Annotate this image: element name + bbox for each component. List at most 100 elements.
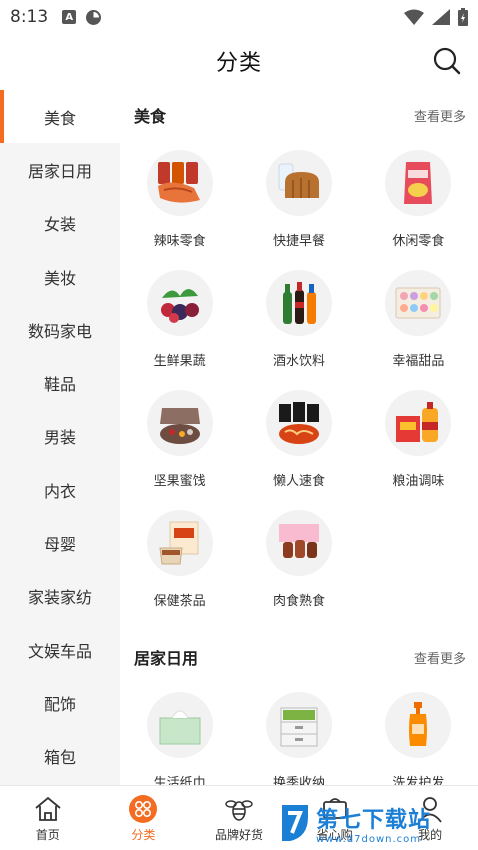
sidebar-item-label: 女装 (43, 215, 76, 235)
bee-icon (224, 794, 254, 824)
subcategory-label: 辣味零食 (153, 234, 206, 249)
sidebar-item-label: 美妆 (43, 268, 76, 288)
category-content: 美食 查看更多 辣味零食 快捷早餐 休闲零食 生鲜果蔬 酒水饮料 幸福甜品 坚果… (120, 90, 478, 785)
subcategory-item[interactable]: 保健茶品 (120, 500, 239, 620)
subcategory-grid-food: 辣味零食 快捷早餐 休闲零食 生鲜果蔬 酒水饮料 幸福甜品 坚果蜜饯 懒人速食 … (120, 140, 478, 620)
sidebar-item-mens-wear[interactable]: 男装 (0, 410, 120, 463)
sidebar-item-home-textile[interactable]: 家装家纺 (0, 570, 120, 623)
nav-brand-goods[interactable]: 品牌好货 (191, 786, 287, 850)
subcategory-label: 休闲零食 (392, 234, 445, 249)
sidebar-item-shoes[interactable]: 鞋品 (0, 356, 120, 409)
sidebar-item-electronics[interactable]: 数码家电 (0, 303, 120, 356)
wifi-icon (404, 9, 424, 25)
search-icon[interactable] (432, 46, 462, 76)
nav-category[interactable]: 分类 (96, 786, 192, 850)
tissue-box-icon (146, 692, 213, 758)
sidebar-item-label: 箱包 (43, 748, 76, 768)
subcategory-item[interactable]: 生活纸巾 (120, 682, 239, 785)
sidebar-item-label: 数码家电 (27, 321, 92, 341)
subcategory-label: 换季收纳 (272, 776, 325, 785)
sidebar-item-baby[interactable]: 母婴 (0, 516, 120, 569)
sidebar-item-label: 母婴 (43, 535, 76, 555)
sidebar-item-label: 文娱车品 (27, 641, 92, 661)
subcategory-item[interactable]: 生鲜果蔬 (120, 260, 239, 380)
see-more-link[interactable]: 查看更多 (414, 106, 466, 125)
category-sidebar: 美食 居家日用 女装 美妆 数码家电 鞋品 男装 内衣 母婴 家装家纺 文娱车品… (0, 90, 120, 785)
page-title: 分类 (215, 51, 262, 76)
chips-bag-icon (385, 150, 452, 216)
subcategory-label: 生活纸巾 (153, 776, 206, 785)
sidebar-item-accessories[interactable]: 配饰 (0, 676, 120, 729)
sidebar-item-household[interactable]: 居家日用 (0, 143, 120, 196)
tea-box-icon (146, 510, 213, 576)
subcategory-item[interactable]: 粮油调味 (359, 380, 478, 500)
storage-drawer-icon (265, 692, 332, 758)
signal-icon (432, 9, 450, 25)
watermark-logo-icon (282, 805, 308, 841)
subcategory-grid-household: 生活纸巾 换季收纳 洗发护发 (120, 682, 478, 785)
fresh-fruit-icon (146, 270, 213, 336)
sidebar-item-label: 鞋品 (43, 375, 76, 395)
subcategory-item[interactable]: 辣味零食 (120, 140, 239, 260)
section-divider (120, 620, 478, 632)
sidebar-item-bags[interactable]: 箱包 (0, 730, 120, 783)
sidebar-item-label: 内衣 (43, 481, 76, 501)
sidebar-item-label: 男装 (43, 428, 76, 448)
sidebar-item-label: 居家日用 (27, 161, 92, 181)
subcategory-item[interactable]: 快捷早餐 (239, 140, 358, 260)
subcategory-label: 酒水饮料 (272, 354, 325, 369)
watermark: 第七下载站 www.d7down.com (278, 796, 474, 850)
subcategory-item[interactable]: 肉食熟食 (239, 500, 358, 620)
section-title: 居家日用 (134, 649, 199, 668)
spicy-snack-icon (146, 150, 213, 216)
subcategory-item[interactable]: 休闲零食 (359, 140, 478, 260)
status-bar: 8:13 A (0, 0, 478, 34)
sidebar-item-underwear[interactable]: 内衣 (0, 463, 120, 516)
sidebar-item-entertainment-auto[interactable]: 文娱车品 (0, 623, 120, 676)
nav-label: 分类 (131, 828, 156, 842)
category-icon (128, 794, 158, 824)
sidebar-item-womens-wear[interactable]: 女装 (0, 197, 120, 250)
watermark-title: 第七下载站 (316, 807, 432, 833)
bread-milk-icon (265, 150, 332, 216)
instant-noodle-icon (265, 390, 332, 456)
sidebar-item-beauty[interactable]: 美妆 (0, 250, 120, 303)
cooking-oil-icon (385, 390, 452, 456)
nav-label: 品牌好货 (214, 828, 263, 842)
subcategory-label: 洗发护发 (392, 776, 445, 785)
subcategory-label: 快捷早餐 (272, 234, 325, 249)
subcategory-label: 生鲜果蔬 (153, 354, 206, 369)
drink-bottles-icon (265, 270, 332, 336)
sidebar-item-food[interactable]: 美食 (0, 90, 120, 144)
subcategory-item[interactable]: 酒水饮料 (239, 260, 358, 380)
macaron-box-icon (385, 270, 452, 336)
subcategory-label: 幸福甜品 (392, 354, 445, 369)
notification-a-icon: A (62, 10, 77, 24)
subcategory-item[interactable]: 幸福甜品 (359, 260, 478, 380)
subcategory-item[interactable]: 懒人速食 (239, 380, 358, 500)
section-title: 美食 (134, 107, 167, 126)
subcategory-item[interactable]: 坚果蜜饯 (120, 380, 239, 500)
data-usage-icon (86, 9, 102, 25)
sidebar-item-label: 配饰 (43, 694, 76, 714)
cooked-meat-icon (265, 510, 332, 576)
home-icon (33, 794, 63, 824)
section-header-food: 美食 查看更多 (120, 90, 478, 140)
watermark-url: www.d7down.com (316, 833, 422, 845)
subcategory-label: 坚果蜜饯 (153, 474, 206, 489)
shampoo-bottle-icon (385, 692, 452, 758)
subcategory-label: 粮油调味 (392, 474, 445, 489)
sidebar-item-label: 美食 (43, 108, 76, 128)
nav-home[interactable]: 首页 (0, 786, 96, 850)
subcategory-item[interactable]: 换季收纳 (239, 682, 358, 785)
subcategory-item[interactable]: 洗发护发 (359, 682, 478, 785)
nav-label: 首页 (35, 828, 60, 842)
subcategory-label: 肉食熟食 (272, 594, 325, 609)
subcategory-label: 保健茶品 (153, 594, 206, 609)
battery-icon (458, 8, 468, 26)
nut-box-icon (146, 390, 213, 456)
see-more-link[interactable]: 查看更多 (414, 648, 466, 667)
section-header-household: 居家日用 查看更多 (120, 632, 478, 682)
status-time: 8:13 (10, 7, 49, 27)
header: 分类 (0, 34, 478, 88)
